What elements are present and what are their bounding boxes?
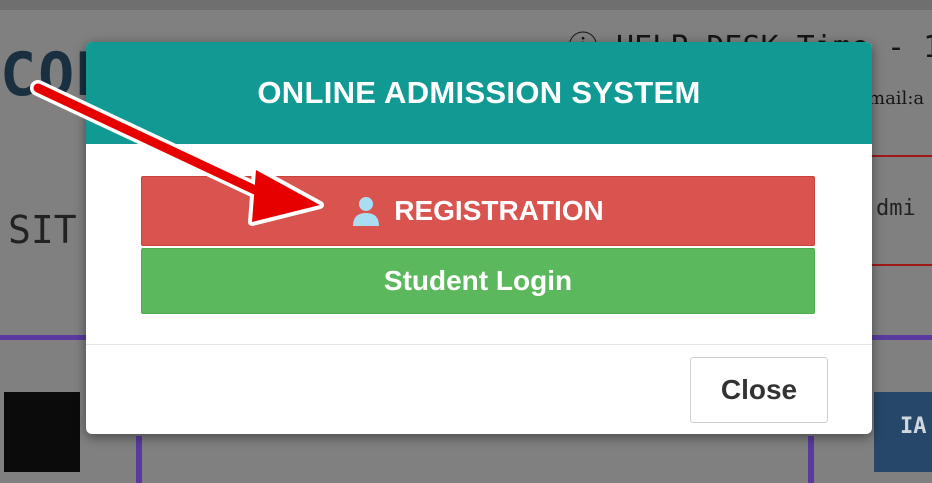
admission-modal: ONLINE ADMISSION SYSTEM REGISTRATION Stu…: [86, 42, 872, 434]
user-icon: [353, 197, 380, 226]
background-site-text: SIT: [8, 208, 77, 252]
modal-body: REGISTRATION Student Login: [86, 144, 872, 344]
registration-button[interactable]: REGISTRATION: [141, 176, 815, 246]
student-login-button-label: Student Login: [383, 265, 573, 296]
registration-button-label: REGISTRATION: [394, 195, 604, 226]
background-admin-text: dmi: [876, 196, 916, 221]
modal-title: ONLINE ADMISSION SYSTEM: [257, 75, 701, 110]
modal-footer: Close: [86, 344, 872, 434]
close-button-label: Close: [720, 374, 798, 405]
background-top-band: [0, 0, 932, 10]
background-divider: [872, 264, 932, 266]
modal-header: ONLINE ADMISSION SYSTEM: [86, 42, 872, 144]
background-blue-tab: IA: [874, 392, 932, 472]
background-purple-rule: [136, 436, 142, 483]
student-login-button[interactable]: Student Login: [141, 248, 815, 314]
background-purple-rule: [808, 436, 814, 483]
background-dark-panel: [4, 392, 80, 472]
background-divider: [872, 155, 932, 157]
background-email-text: mail:a: [868, 88, 925, 109]
close-button[interactable]: Close: [690, 357, 828, 423]
